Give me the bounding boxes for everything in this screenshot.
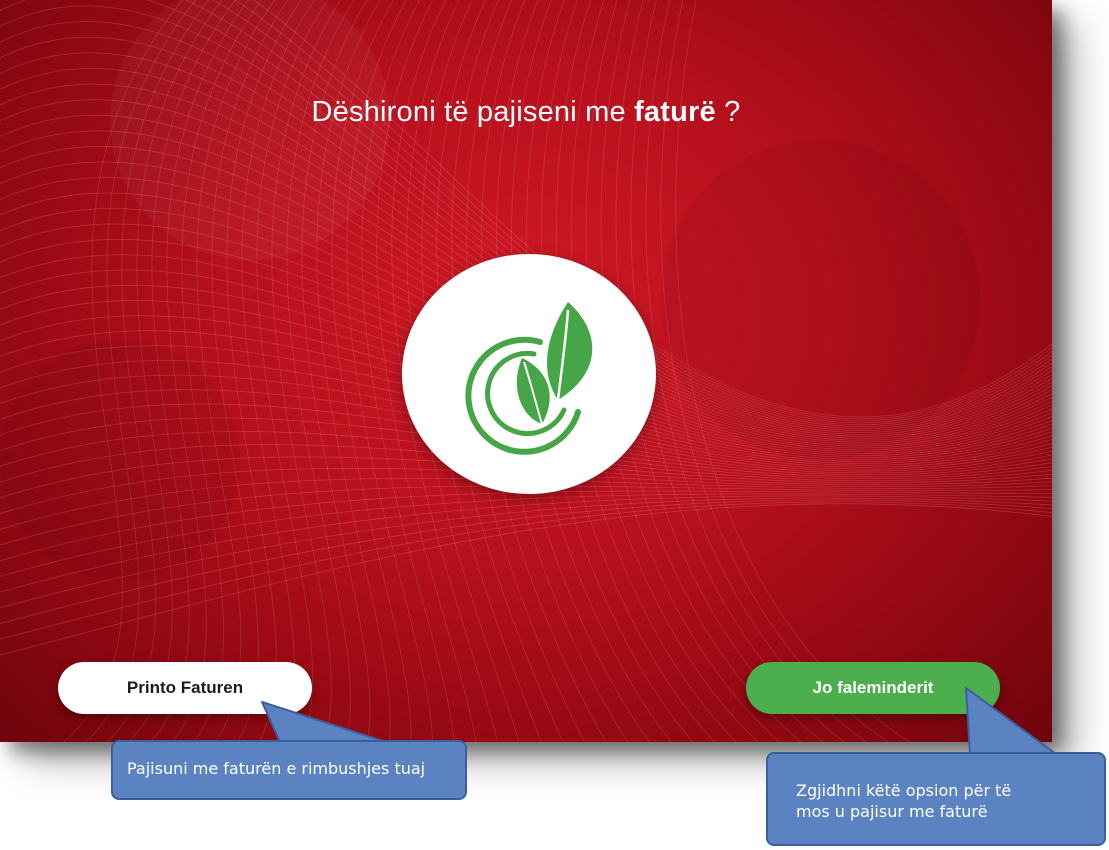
print-hint-callout: Pajisuni me faturën e rimbushjes tuaj <box>111 740 467 800</box>
print-hint-text: Pajisuni me faturën e rimbushjes tuaj <box>127 759 426 778</box>
no-thanks-hint-callout: Zgjidhni këtë opsion për të mos u pajisu… <box>766 752 1106 846</box>
no-thanks-hint-line-1: Zgjidhni këtë opsion për të <box>796 781 1012 800</box>
callout-tails <box>261 687 1057 755</box>
no-thanks-hint-line-2: mos u pajisur me faturë <box>796 802 988 821</box>
